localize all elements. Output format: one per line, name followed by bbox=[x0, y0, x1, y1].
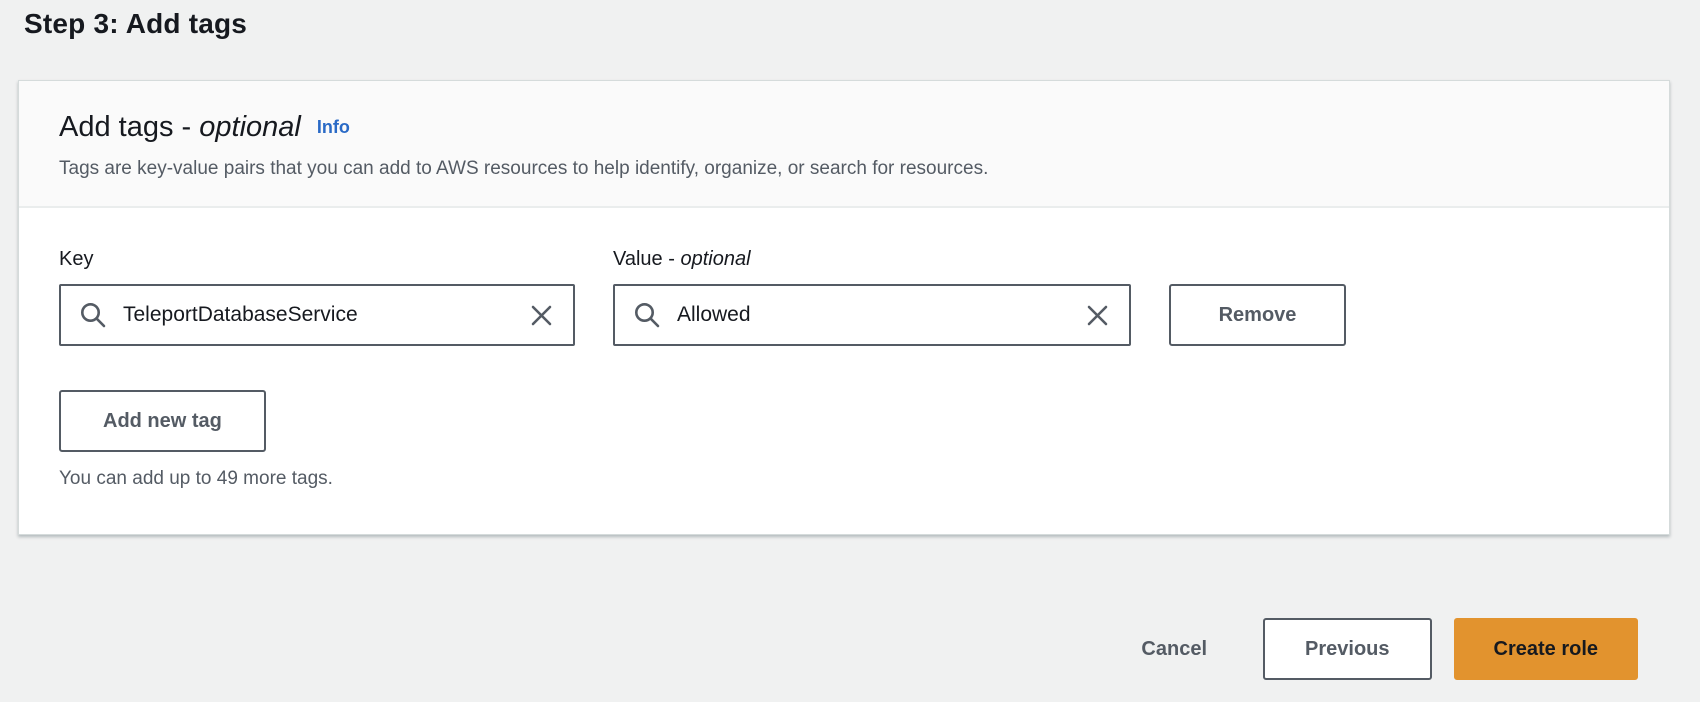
key-clear-button[interactable] bbox=[524, 298, 559, 333]
value-field: Value - optional bbox=[613, 248, 1131, 346]
value-clear-button[interactable] bbox=[1080, 298, 1115, 333]
tag-row: Key bbox=[59, 248, 1629, 346]
panel-header: Add tags - optional Info Tags are key-val… bbox=[19, 81, 1669, 208]
add-tags-panel: Add tags - optional Info Tags are key-val… bbox=[18, 80, 1670, 535]
panel-body: Key bbox=[19, 208, 1669, 534]
close-icon bbox=[528, 302, 555, 329]
cancel-button[interactable]: Cancel bbox=[1141, 638, 1207, 661]
key-label-text: Key bbox=[59, 248, 93, 270]
panel-title-text: Add tags - bbox=[59, 111, 199, 143]
add-new-tag-button[interactable]: Add new tag bbox=[59, 390, 266, 452]
page-title: Step 3: Add tags bbox=[0, 0, 1700, 40]
panel-description: Tags are key-value pairs that you can ad… bbox=[59, 158, 1629, 180]
close-icon bbox=[1084, 302, 1111, 329]
value-input[interactable] bbox=[677, 303, 1080, 327]
value-label: Value - optional bbox=[613, 248, 1131, 271]
key-input-box bbox=[59, 284, 575, 346]
tag-limit-note: You can add up to 49 more tags. bbox=[59, 468, 1629, 490]
panel-title-optional: optional bbox=[199, 111, 301, 143]
value-label-text: Value - bbox=[613, 248, 680, 270]
wizard-footer-actions: Cancel Previous Create role bbox=[1141, 618, 1638, 680]
value-input-box bbox=[613, 284, 1131, 346]
panel-title: Add tags - optional Info bbox=[59, 111, 1629, 144]
value-label-optional: optional bbox=[680, 248, 750, 270]
info-link[interactable]: Info bbox=[317, 117, 350, 137]
key-label: Key bbox=[59, 248, 575, 271]
search-icon bbox=[633, 301, 661, 329]
remove-button[interactable]: Remove bbox=[1169, 284, 1346, 346]
key-input[interactable] bbox=[123, 303, 524, 327]
create-role-button[interactable]: Create role bbox=[1454, 618, 1639, 680]
key-field: Key bbox=[59, 248, 575, 346]
previous-button[interactable]: Previous bbox=[1263, 618, 1431, 680]
search-icon bbox=[79, 301, 107, 329]
